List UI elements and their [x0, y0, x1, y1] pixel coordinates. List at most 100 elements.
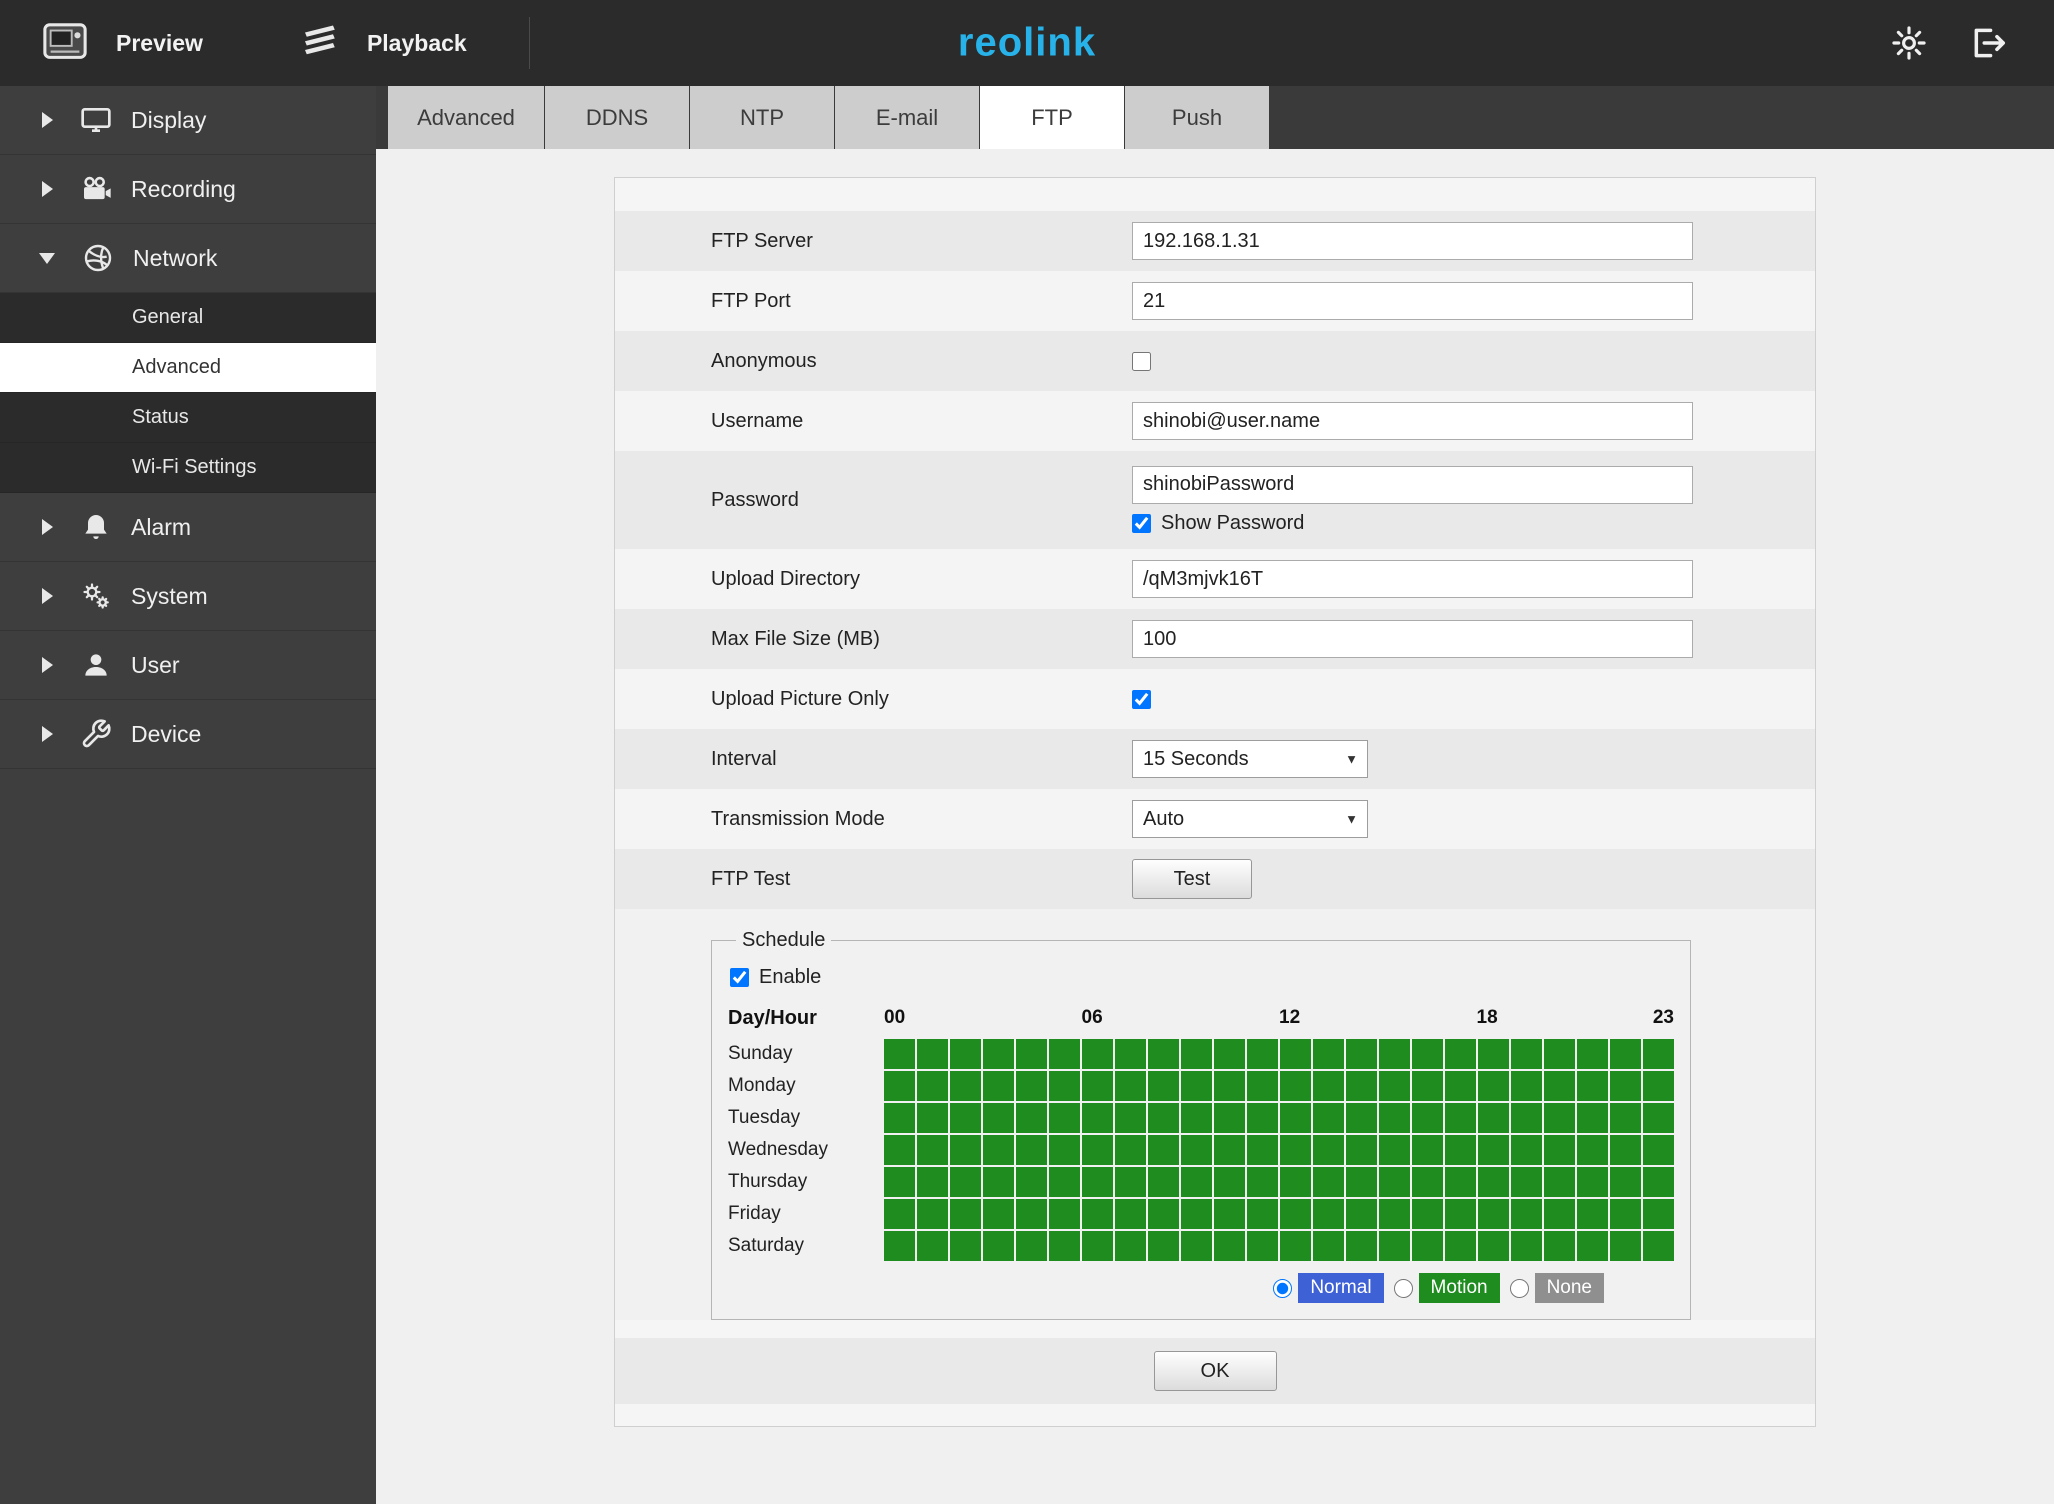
- tab-ddns[interactable]: DDNS: [545, 86, 689, 149]
- schedule-cell[interactable]: [1511, 1231, 1542, 1261]
- schedule-cell[interactable]: [1313, 1199, 1344, 1229]
- schedule-cell[interactable]: [1445, 1039, 1476, 1069]
- schedule-cell[interactable]: [1082, 1071, 1113, 1101]
- schedule-cell[interactable]: [1412, 1231, 1443, 1261]
- sidebar-item-display[interactable]: Display: [0, 86, 376, 155]
- schedule-cell[interactable]: [1247, 1167, 1278, 1197]
- schedule-cell[interactable]: [1445, 1071, 1476, 1101]
- schedule-cell[interactable]: [1049, 1231, 1080, 1261]
- sidebar-item-network[interactable]: Network: [0, 224, 376, 293]
- schedule-cell[interactable]: [1280, 1167, 1311, 1197]
- schedule-cell[interactable]: [884, 1103, 915, 1133]
- schedule-cell[interactable]: [950, 1039, 981, 1069]
- mode-option-motion[interactable]: Motion: [1393, 1273, 1500, 1303]
- interval-select[interactable]: 15 Seconds: [1132, 740, 1368, 778]
- schedule-cell[interactable]: [917, 1039, 948, 1069]
- schedule-cell[interactable]: [1280, 1039, 1311, 1069]
- schedule-cell[interactable]: [1214, 1231, 1245, 1261]
- ftp-server-input[interactable]: [1132, 222, 1693, 260]
- schedule-cell[interactable]: [1610, 1071, 1641, 1101]
- schedule-cell[interactable]: [1148, 1071, 1179, 1101]
- schedule-cell[interactable]: [1379, 1167, 1410, 1197]
- schedule-cell[interactable]: [1115, 1103, 1146, 1133]
- schedule-cell[interactable]: [950, 1167, 981, 1197]
- schedule-cell[interactable]: [1214, 1103, 1245, 1133]
- schedule-cell[interactable]: [1478, 1039, 1509, 1069]
- password-input[interactable]: [1132, 465, 1693, 504]
- schedule-cell[interactable]: [1181, 1231, 1212, 1261]
- schedule-cell[interactable]: [1445, 1167, 1476, 1197]
- schedule-cell[interactable]: [1049, 1071, 1080, 1101]
- schedule-cell[interactable]: [917, 1199, 948, 1229]
- schedule-cell[interactable]: [1181, 1199, 1212, 1229]
- schedule-cell[interactable]: [1016, 1103, 1047, 1133]
- schedule-cell[interactable]: [1082, 1231, 1113, 1261]
- schedule-cell[interactable]: [1346, 1071, 1377, 1101]
- schedule-cell[interactable]: [1280, 1135, 1311, 1165]
- sidebar-item-user[interactable]: User: [0, 631, 376, 700]
- schedule-cell[interactable]: [1082, 1135, 1113, 1165]
- schedule-cell[interactable]: [1478, 1071, 1509, 1101]
- sidebar-item-recording[interactable]: Recording: [0, 155, 376, 224]
- schedule-cell[interactable]: [1544, 1199, 1575, 1229]
- schedule-cell[interactable]: [1379, 1039, 1410, 1069]
- schedule-cell[interactable]: [884, 1135, 915, 1165]
- tab-push[interactable]: Push: [1125, 86, 1269, 149]
- schedule-cell[interactable]: [1016, 1135, 1047, 1165]
- schedule-cell[interactable]: [1379, 1135, 1410, 1165]
- schedule-cell[interactable]: [1214, 1199, 1245, 1229]
- schedule-cell[interactable]: [1445, 1135, 1476, 1165]
- schedule-cell[interactable]: [917, 1167, 948, 1197]
- schedule-cell[interactable]: [1544, 1135, 1575, 1165]
- schedule-cell[interactable]: [1610, 1231, 1641, 1261]
- schedule-cell[interactable]: [1610, 1135, 1641, 1165]
- schedule-cell[interactable]: [1544, 1103, 1575, 1133]
- schedule-cell[interactable]: [1610, 1167, 1641, 1197]
- schedule-cell[interactable]: [1049, 1199, 1080, 1229]
- schedule-cell[interactable]: [1577, 1039, 1608, 1069]
- schedule-cell[interactable]: [1511, 1103, 1542, 1133]
- tab-advanced[interactable]: Advanced: [388, 86, 544, 149]
- schedule-cell[interactable]: [917, 1103, 948, 1133]
- schedule-cell[interactable]: [1511, 1039, 1542, 1069]
- schedule-cell[interactable]: [1313, 1167, 1344, 1197]
- schedule-cell[interactable]: [1247, 1103, 1278, 1133]
- schedule-cell[interactable]: [950, 1199, 981, 1229]
- schedule-cell[interactable]: [1115, 1071, 1146, 1101]
- schedule-cell[interactable]: [1313, 1135, 1344, 1165]
- schedule-cell[interactable]: [950, 1231, 981, 1261]
- schedule-cell[interactable]: [1577, 1231, 1608, 1261]
- schedule-cell[interactable]: [1313, 1039, 1344, 1069]
- username-input[interactable]: [1132, 402, 1693, 440]
- schedule-cell[interactable]: [1346, 1231, 1377, 1261]
- sidebar-item-advanced[interactable]: Advanced: [0, 343, 376, 393]
- schedule-cell[interactable]: [1148, 1103, 1179, 1133]
- settings-gear-icon[interactable]: [1890, 24, 1928, 62]
- max-file-size-input[interactable]: [1132, 620, 1693, 658]
- schedule-cell[interactable]: [1280, 1103, 1311, 1133]
- anonymous-checkbox[interactable]: [1132, 351, 1151, 371]
- show-password-checkbox[interactable]: [1132, 513, 1151, 533]
- schedule-cell[interactable]: [1214, 1167, 1245, 1197]
- ftp-port-input[interactable]: [1132, 282, 1693, 320]
- schedule-cell[interactable]: [1379, 1103, 1410, 1133]
- schedule-cell[interactable]: [1181, 1071, 1212, 1101]
- schedule-cell[interactable]: [1577, 1135, 1608, 1165]
- schedule-cell[interactable]: [1544, 1039, 1575, 1069]
- sidebar-item-system[interactable]: System: [0, 562, 376, 631]
- schedule-cell[interactable]: [1577, 1071, 1608, 1101]
- schedule-cell[interactable]: [1115, 1167, 1146, 1197]
- logout-icon[interactable]: [1970, 24, 2008, 62]
- schedule-cell[interactable]: [1313, 1071, 1344, 1101]
- schedule-cell[interactable]: [983, 1199, 1014, 1229]
- schedule-cell[interactable]: [917, 1071, 948, 1101]
- ok-button[interactable]: OK: [1153, 1351, 1277, 1391]
- mode-option-none[interactable]: None: [1509, 1273, 1604, 1303]
- schedule-cell[interactable]: [1379, 1199, 1410, 1229]
- schedule-cell[interactable]: [1214, 1071, 1245, 1101]
- schedule-cell[interactable]: [1148, 1199, 1179, 1229]
- schedule-cell[interactable]: [1115, 1135, 1146, 1165]
- schedule-cell[interactable]: [917, 1135, 948, 1165]
- sidebar-item-alarm[interactable]: Alarm: [0, 493, 376, 562]
- playback-nav[interactable]: Playback: [295, 22, 467, 64]
